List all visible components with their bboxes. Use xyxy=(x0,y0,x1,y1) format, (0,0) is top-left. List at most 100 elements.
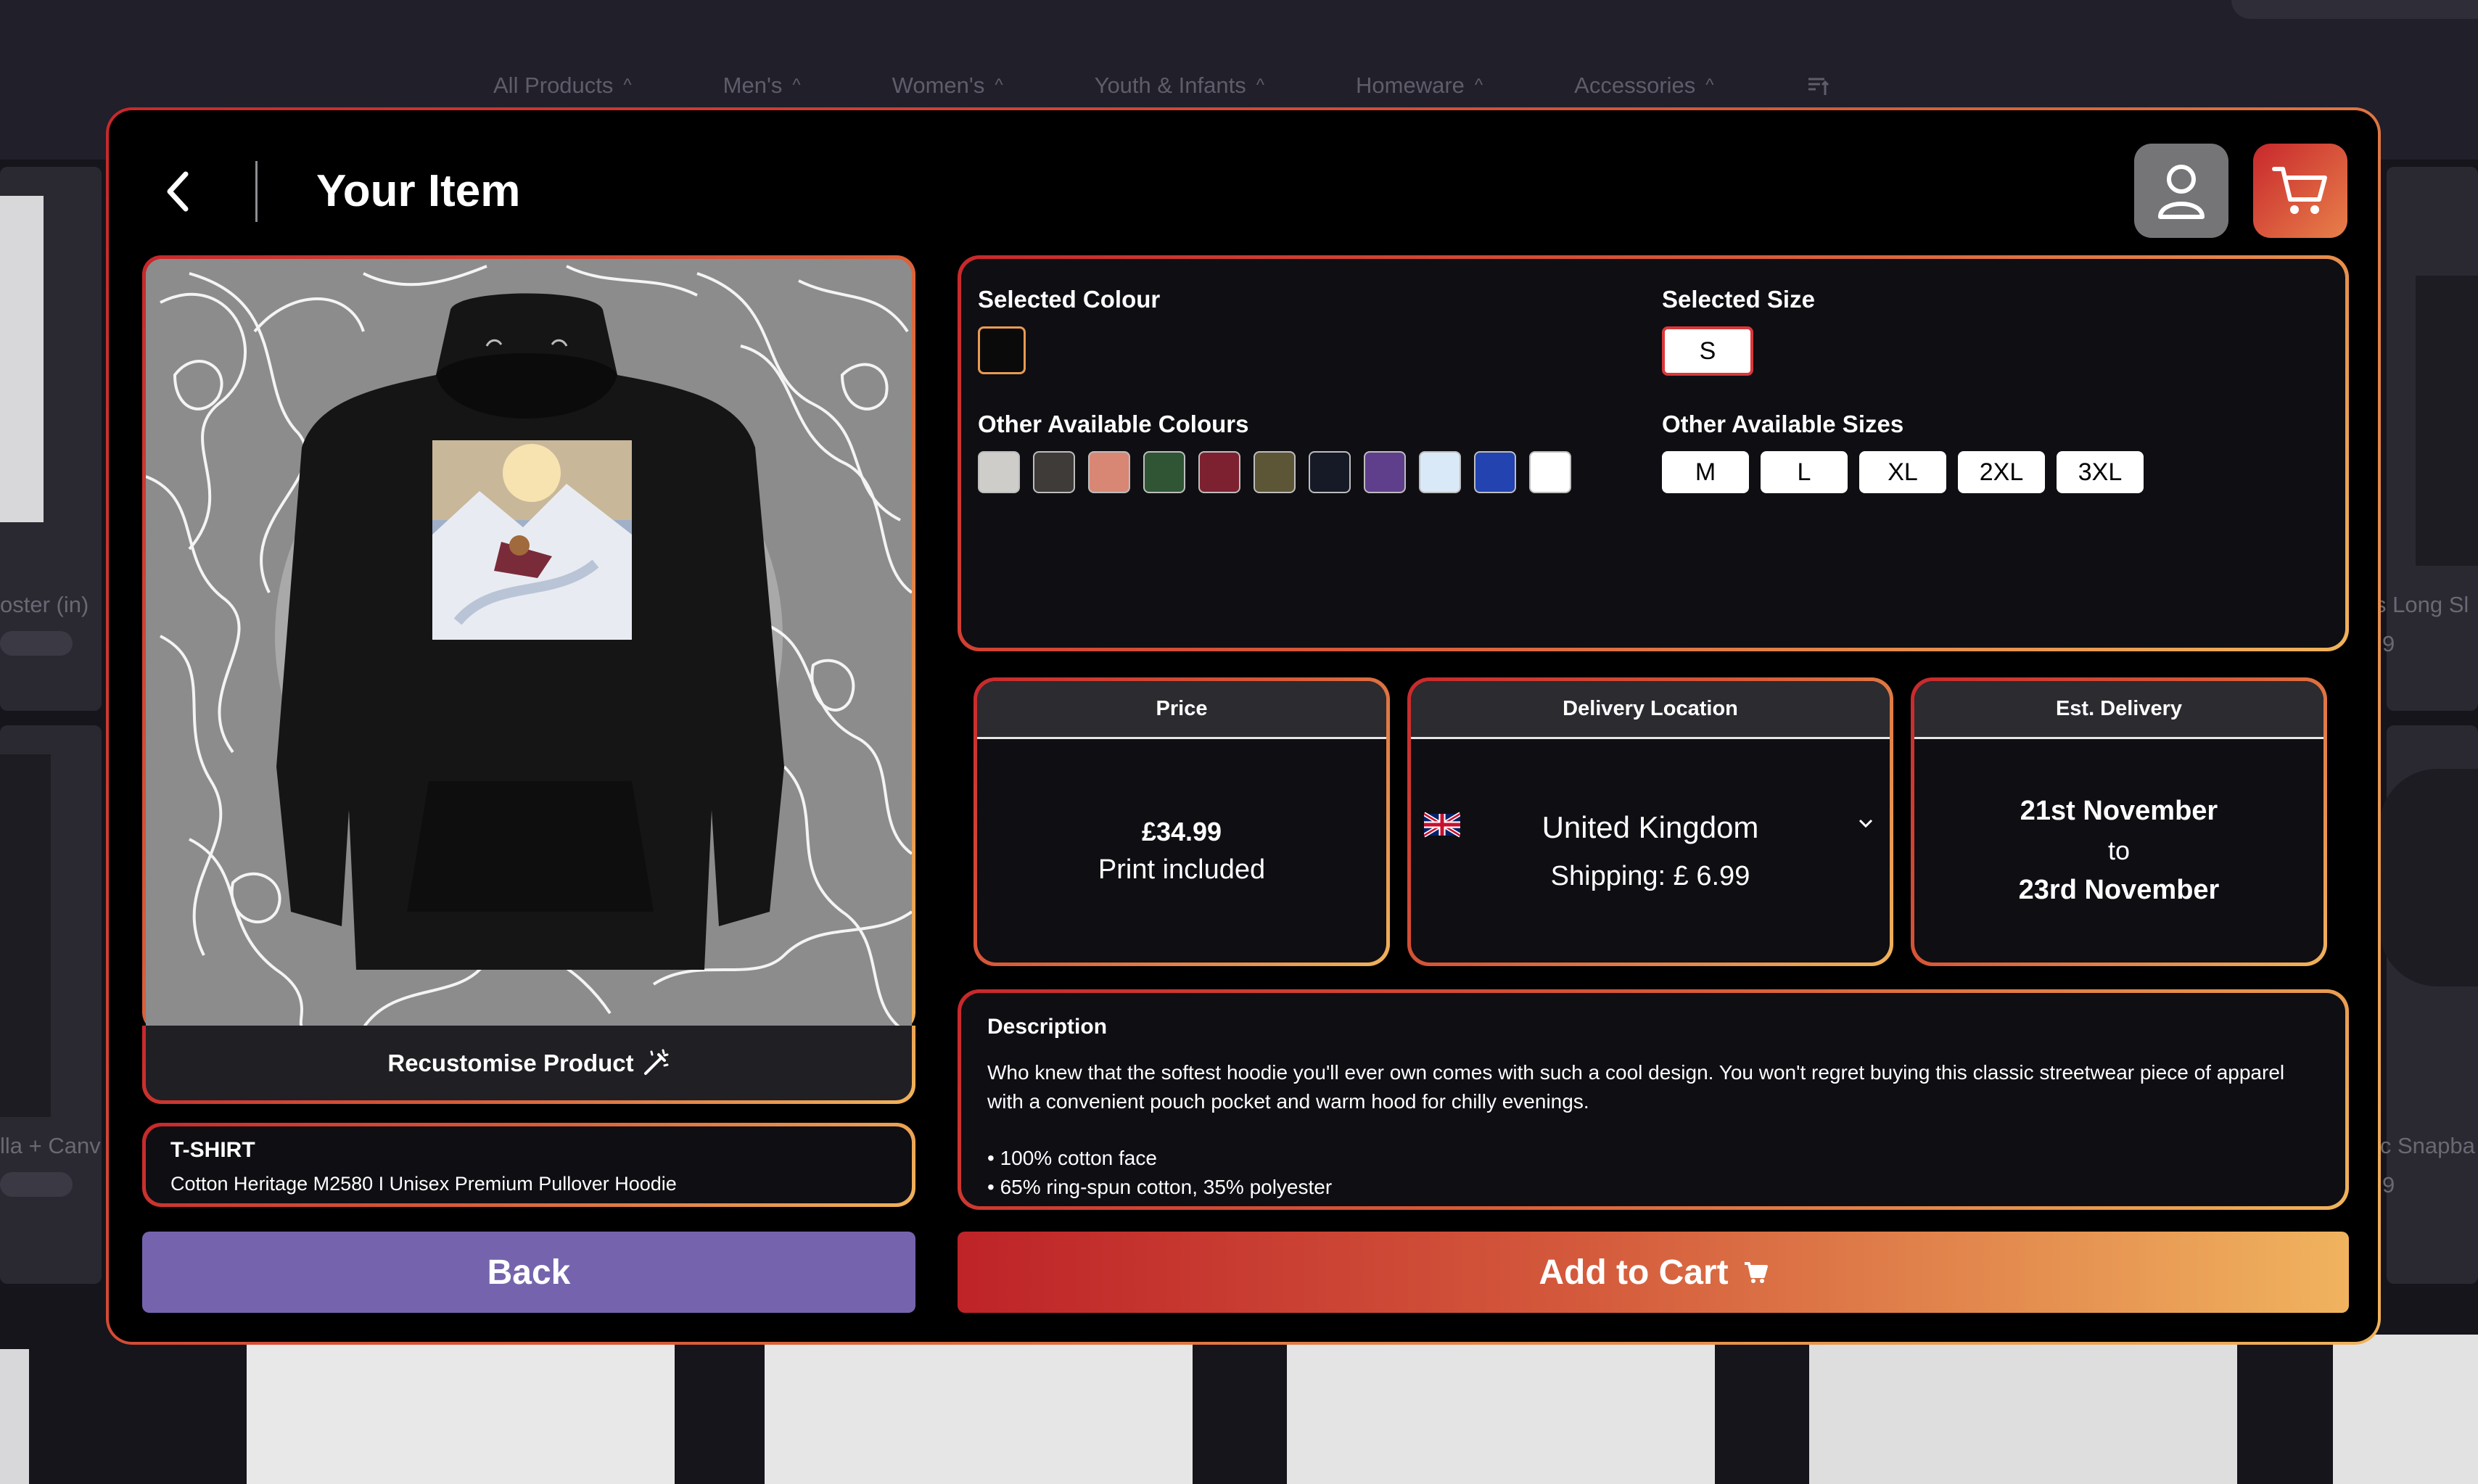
sort-icon-svg xyxy=(1808,78,1829,95)
price-note: Print included xyxy=(1098,854,1266,885)
other-sizes-label: Other Available Sizes xyxy=(1662,411,1904,437)
nav-womens[interactable]: Women's ^ xyxy=(892,73,1003,99)
price-amount: £34.99 xyxy=(1141,816,1222,846)
nav-mens[interactable]: Men's ^ xyxy=(723,73,801,99)
item-modal-body: Your Item Recustomise Product T-SHIRT Co… xyxy=(109,110,2378,1342)
selected-size-label: Selected Size xyxy=(1662,286,1815,313)
chevron-up-icon: ^ xyxy=(995,75,1003,95)
recustomise-button-inner[interactable]: Recustomise Product xyxy=(146,1026,912,1100)
colour-swatch[interactable] xyxy=(1419,451,1461,493)
background-chip xyxy=(0,631,73,656)
colour-swatch[interactable] xyxy=(1143,451,1185,493)
est-delivery-card: Est. Delivery 21st November to 23rd Nove… xyxy=(1911,677,2327,966)
chevron-up-icon: ^ xyxy=(1256,75,1265,95)
nav-label: Youth & Infants xyxy=(1094,73,1246,98)
add-to-cart-label: Add to Cart xyxy=(1539,1253,1729,1292)
size-chip[interactable]: XL xyxy=(1859,451,1946,493)
options-panel: Selected Colour Other Available Colours … xyxy=(958,255,2349,651)
delivery-shipping: Shipping: £ 6.99 xyxy=(1550,860,1750,891)
magic-wand-icon xyxy=(643,1049,669,1075)
nav-all-products[interactable]: All Products ^ xyxy=(493,73,632,99)
description-bullets: • 100% cotton face • 65% ring-spun cotto… xyxy=(987,1144,2319,1202)
chevron-up-icon: ^ xyxy=(623,75,632,95)
colour-swatch[interactable] xyxy=(1088,451,1130,493)
price-card: Price £34.99 Print included xyxy=(974,677,1390,966)
cart-button[interactable] xyxy=(2253,144,2347,238)
est-delivery-body: 21st November to 23rd November xyxy=(1914,739,2323,962)
colour-swatch[interactable] xyxy=(1033,451,1075,493)
cart-icon xyxy=(1744,1262,1768,1283)
description-text: Who knew that the softest hoodie you'll … xyxy=(987,1061,2285,1113)
background-photo xyxy=(247,1335,675,1484)
nav-label: All Products xyxy=(493,73,614,98)
colour-swatch[interactable] xyxy=(1529,451,1571,493)
colour-swatch[interactable] xyxy=(1474,451,1516,493)
options-panel-inner: Selected Colour Other Available Colours … xyxy=(961,259,2345,648)
selected-colour-label: Selected Colour xyxy=(978,286,1161,313)
back-button[interactable]: Back xyxy=(142,1232,915,1313)
product-type-name: Cotton Heritage M2580 I Unisex Premium P… xyxy=(170,1173,677,1195)
add-to-cart-button[interactable]: Add to Cart xyxy=(958,1232,2349,1313)
colour-swatch[interactable] xyxy=(1309,451,1351,493)
background-card-title: lla + Canv xyxy=(0,1133,101,1158)
delivery-location-inner[interactable]: Delivery Location United Kingdom Shippin… xyxy=(1411,681,1890,962)
description-bullet: • 65% ring-spun cotton, 35% polyester xyxy=(987,1176,1333,1198)
description-title: Description xyxy=(987,1015,1108,1039)
nav-youth[interactable]: Youth & Infants ^ xyxy=(1095,73,1264,99)
recustomise-label: Recustomise Product xyxy=(387,1049,634,1076)
colour-swatch[interactable] xyxy=(978,451,1020,493)
est-delivery-to-word: to xyxy=(2107,836,2131,865)
background-card-title: ic Snapba xyxy=(2375,1133,2475,1158)
chevron-down-icon[interactable] xyxy=(1858,817,1874,829)
description-inner: Description Who knew that the softest ho… xyxy=(961,993,2345,1206)
chevron-up-icon: ^ xyxy=(1705,75,1714,95)
colour-swatch[interactable] xyxy=(1364,451,1406,493)
colour-swatch[interactable] xyxy=(1254,451,1296,493)
description-panel: Description Who knew that the softest ho… xyxy=(958,989,2349,1210)
est-delivery-from: 21st November xyxy=(2020,796,2218,826)
sort-icon[interactable] xyxy=(1806,73,1830,99)
nav-homeware[interactable]: Homeware ^ xyxy=(1356,73,1483,99)
page-title: Your Item xyxy=(316,166,521,216)
size-chip[interactable]: M xyxy=(1662,451,1749,493)
product-image-frame xyxy=(142,255,915,1031)
price-header: Price xyxy=(977,681,1386,739)
nav-label: Accessories xyxy=(1574,73,1696,98)
colour-swatch[interactable] xyxy=(1198,451,1240,493)
background-photo xyxy=(2379,769,2478,986)
size-chip[interactable]: 2XL xyxy=(1958,451,2045,493)
product-image xyxy=(146,259,912,1028)
uk-flag-icon xyxy=(1424,812,1460,838)
chevron-left-icon xyxy=(167,171,189,212)
delivery-location-body[interactable]: United Kingdom Shipping: £ 6.99 xyxy=(1411,739,1890,962)
size-chip[interactable]: 3XL xyxy=(2057,451,2144,493)
header-divider xyxy=(255,161,258,222)
recustomise-button[interactable]: Recustomise Product xyxy=(142,1026,915,1104)
background-photo xyxy=(1809,1335,2237,1484)
delivery-country: United Kingdom xyxy=(1541,809,1759,844)
background-photo xyxy=(1287,1335,1715,1484)
background-search-pill xyxy=(2231,0,2478,19)
account-button[interactable] xyxy=(2134,144,2228,238)
product-type-inner: T-SHIRT Cotton Heritage M2580 I Unisex P… xyxy=(146,1126,912,1203)
product-type-box: T-SHIRT Cotton Heritage M2580 I Unisex P… xyxy=(142,1123,915,1207)
item-modal: Your Item Recustomise Product T-SHIRT Co… xyxy=(106,107,2381,1345)
size-chip[interactable]: L xyxy=(1761,451,1848,493)
delivery-location-card[interactable]: Delivery Location United Kingdom Shippin… xyxy=(1407,677,1893,966)
nav-accessories[interactable]: Accessories ^ xyxy=(1574,73,1713,99)
back-chevron-icon[interactable] xyxy=(155,170,199,213)
background-card-price: 9 xyxy=(2382,1172,2395,1197)
nav-label: Homeware xyxy=(1356,73,1465,98)
chevron-up-icon: ^ xyxy=(1474,75,1483,95)
background-card-title: oster (in) xyxy=(0,592,89,617)
cart-icon xyxy=(2272,167,2327,214)
user-icon xyxy=(2158,165,2205,219)
background-photo xyxy=(2333,1335,2478,1484)
selected-colour-swatch[interactable] xyxy=(978,326,1026,374)
price-body: £34.99 Print included xyxy=(977,739,1386,962)
selected-size-chip[interactable]: S xyxy=(1662,326,1753,376)
background-photo xyxy=(0,1349,29,1484)
nav-label: Men's xyxy=(723,73,783,98)
delivery-location-header: Delivery Location xyxy=(1411,681,1890,739)
background-photo xyxy=(0,754,51,1117)
